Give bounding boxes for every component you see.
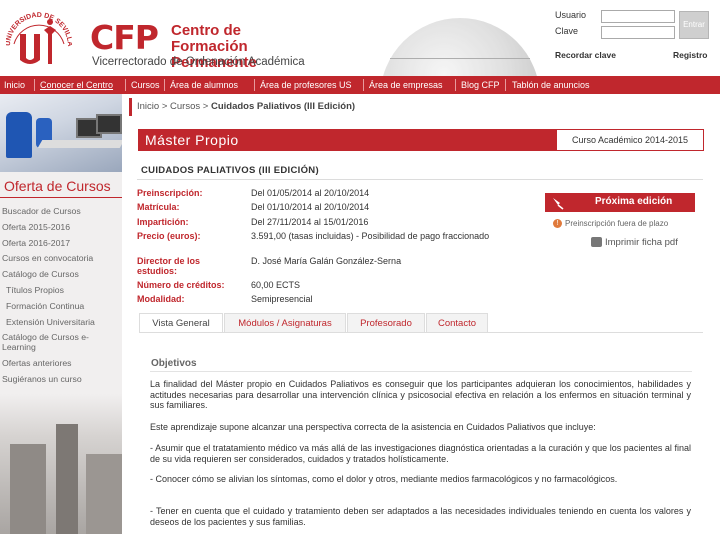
university-seal-logo[interactable]: UNIVERSIDAD DE SEVILLA xyxy=(6,4,72,70)
site-subtitle: Vicerrectorado de Ordenación Académica xyxy=(92,56,305,68)
register-link[interactable]: Registro xyxy=(673,50,707,60)
prereg-note: Preinscripción fuera de plazo xyxy=(565,219,669,228)
login-submit-button[interactable]: Entrar xyxy=(679,11,709,39)
nav-item-blog[interactable]: Blog CFP xyxy=(461,80,500,90)
main-nav: Inicio Conocer el Centro Cursos Área de … xyxy=(0,76,720,94)
building-shape xyxy=(56,424,78,534)
nav-divider xyxy=(254,79,255,91)
field-value-modalidad: Semipresencial xyxy=(251,294,313,304)
field-label-precio: Precio (euros): xyxy=(137,231,201,241)
sidebar-heading: Oferta de Cursos xyxy=(4,178,111,194)
field-value-preinscripcion: Del 01/05/2014 al 20/10/2014 xyxy=(251,188,370,198)
breadcrumb-current: Cuidados Paliativos (III Edición) xyxy=(210,101,356,112)
nav-item-profesores[interactable]: Área de profesores US xyxy=(260,80,352,90)
monitor-shape xyxy=(96,114,122,134)
nav-item-tablon[interactable]: Tablón de anuncios xyxy=(512,80,590,90)
building-shape xyxy=(10,444,46,534)
building-shape xyxy=(86,454,122,534)
sidebar-item-sugierenos[interactable]: Sugiéranos un curso xyxy=(2,374,82,384)
print-pdf-link[interactable]: Imprimir ficha pdf xyxy=(591,237,678,248)
course-type-label: Máster Propio xyxy=(145,132,239,148)
breadcrumb-accent xyxy=(129,98,132,116)
nav-divider xyxy=(505,79,506,91)
nav-item-inicio[interactable]: Inicio xyxy=(4,80,25,90)
next-edition-label[interactable]: Próxima edición xyxy=(595,196,672,207)
breadcrumb-home[interactable]: Inicio xyxy=(137,101,159,112)
prereg-out-of-term: ! Preinscripción fuera de plazo xyxy=(553,219,669,229)
academic-year-badge: Curso Académico 2014-2015 xyxy=(556,129,704,151)
field-label-creditos: Número de créditos: xyxy=(137,280,225,290)
sidebar-building-photo xyxy=(0,394,122,534)
cfp-logo-text[interactable]: CFP xyxy=(90,18,159,57)
login-form: Usuario Clave Entrar Recordar clave Regi… xyxy=(555,8,715,60)
warning-icon: ! xyxy=(553,219,562,229)
username-label: Usuario xyxy=(555,10,587,20)
site-header: UNIVERSIDAD DE SEVILLA CFP Centro de For… xyxy=(0,0,720,76)
field-label-matricula: Matrícula: xyxy=(137,202,180,212)
course-title-divider xyxy=(137,179,703,180)
sidebar-item-formacion-continua[interactable]: Formación Continua xyxy=(6,301,84,311)
breadcrumb-separator: > xyxy=(202,101,209,112)
sidebar: Oferta de Cursos Buscador de Cursos Ofer… xyxy=(0,94,122,534)
sidebar-item-anteriores[interactable]: Ofertas anteriores xyxy=(2,358,72,368)
tab-profesorado[interactable]: Profesorado xyxy=(347,313,425,333)
desk-shape xyxy=(37,140,122,148)
objectives-paragraph: Este aprendizaje supone alcanzar una per… xyxy=(150,422,596,432)
printer-icon xyxy=(591,237,602,248)
field-value-director: D. José María Galán González-Serna xyxy=(251,256,402,266)
sidebar-item-oferta-2015[interactable]: Oferta 2015-2016 xyxy=(2,222,70,232)
tab-contacto[interactable]: Contacto xyxy=(426,313,488,333)
objectives-paragraph: - Conocer cómo se alivian los síntomas, … xyxy=(150,474,618,484)
globe-image xyxy=(380,18,540,76)
objectives-paragraph: - Asumir que el tratatamiento médico va … xyxy=(150,443,691,464)
nav-divider xyxy=(164,79,165,91)
pin-icon xyxy=(553,198,564,210)
objectives-paragraph: La finalidad del Máster propio en Cuidad… xyxy=(150,379,691,411)
breadcrumb-cursos[interactable]: Cursos xyxy=(170,101,200,112)
field-value-creditos: 60,00 ECTS xyxy=(251,280,301,290)
sidebar-item-buscador[interactable]: Buscador de Cursos xyxy=(2,206,81,216)
field-label-modalidad: Modalidad: xyxy=(137,294,185,304)
tab-vista-general[interactable]: Vista General xyxy=(139,313,223,334)
classroom-photo xyxy=(0,94,122,172)
username-input[interactable] xyxy=(601,10,675,23)
sidebar-item-oferta-2016[interactable]: Oferta 2016-2017 xyxy=(2,238,70,248)
sidebar-item-convocatoria[interactable]: Cursos en convocatoria xyxy=(2,253,93,263)
sidebar-item-titulos-propios[interactable]: Títulos Propios xyxy=(6,285,64,295)
course-title: CUIDADOS PALIATIVOS (III EDICIÓN) xyxy=(141,165,319,176)
nav-item-conocer[interactable]: Conocer el Centro xyxy=(40,80,113,90)
breadcrumb-separator: > xyxy=(161,101,168,112)
objectives-divider xyxy=(150,371,692,372)
nav-divider xyxy=(363,79,364,91)
field-value-imparticion: Del 27/11/2014 al 15/01/2016 xyxy=(251,217,369,227)
sidebar-divider xyxy=(0,197,122,198)
sidebar-item-catalogo[interactable]: Catálogo de Cursos xyxy=(2,269,79,279)
tab-modulos[interactable]: Módulos / Asignaturas xyxy=(224,313,346,333)
field-label-imparticion: Impartición: xyxy=(137,217,189,227)
field-value-precio: 3.591,00 (tasas incluidas) - Posibilidad… xyxy=(251,231,490,241)
nav-item-empresas[interactable]: Área de empresas xyxy=(369,80,443,90)
tab-content-panel xyxy=(139,333,703,534)
password-label: Clave xyxy=(555,26,579,36)
breadcrumb: Inicio > Cursos > Cuidados Paliativos (I… xyxy=(137,101,355,112)
objectives-paragraph: - Tener en cuenta que el cuidado y trata… xyxy=(150,506,691,527)
nav-divider xyxy=(125,79,126,91)
field-label-preinscripcion: Preinscripción: xyxy=(137,188,203,198)
print-pdf-label[interactable]: Imprimir ficha pdf xyxy=(605,237,678,248)
nav-divider xyxy=(455,79,456,91)
remember-password-link[interactable]: Recordar clave xyxy=(555,50,616,60)
sidebar-item-elearning[interactable]: Catálogo de Cursos e- xyxy=(2,332,89,342)
nav-item-alumnos[interactable]: Área de alumnos xyxy=(170,80,238,90)
chair-shape xyxy=(6,112,32,158)
objectives-heading: Objetivos xyxy=(151,358,197,369)
sidebar-item-elearning-cont[interactable]: Learning xyxy=(2,342,36,352)
password-input[interactable] xyxy=(601,26,675,39)
field-value-matricula: Del 01/10/2014 al 20/10/2014 xyxy=(251,202,370,212)
nav-item-cursos[interactable]: Cursos xyxy=(131,80,160,90)
nav-divider xyxy=(34,79,35,91)
sidebar-item-extension[interactable]: Extensión Universitaria xyxy=(6,317,95,327)
site-title-line1: Centro de Formación xyxy=(171,22,248,55)
field-label-director: Director de los estudios: xyxy=(137,256,201,276)
course-tabs: Vista General Módulos / Asignaturas Prof… xyxy=(139,313,703,334)
